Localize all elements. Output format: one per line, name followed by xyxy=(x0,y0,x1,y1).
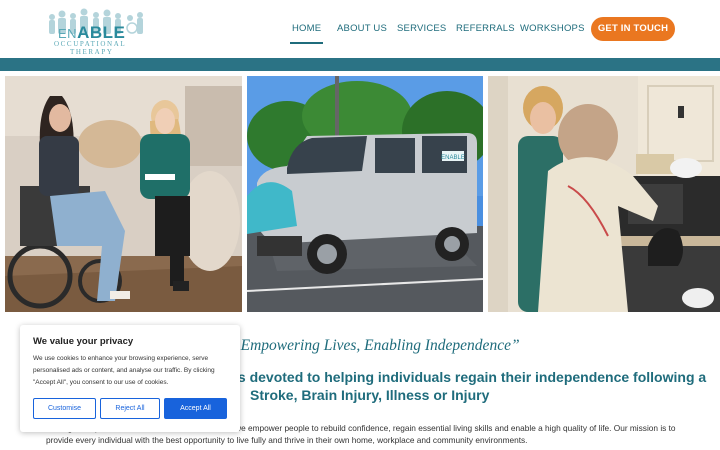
customise-button[interactable]: Customise xyxy=(33,398,96,419)
page: ENABLE OCCUPATIONAL THERAPY HOME ABOUT U… xyxy=(0,0,720,450)
cookie-title: We value your privacy xyxy=(33,336,134,347)
nav-home[interactable]: HOME xyxy=(289,23,324,44)
enable-logo[interactable]: ENABLE OCCUPATIONAL THERAPY xyxy=(46,6,146,56)
mission-heading-line-1: is devoted to helping individuals regain… xyxy=(234,369,707,385)
photo-therapist-wheelchair xyxy=(5,76,242,312)
nav-workshops[interactable]: WORKSHOPS xyxy=(520,23,585,37)
mission-heading-line-2: Stroke, Brain Injury, Illness or Injury xyxy=(250,387,490,403)
header-band xyxy=(0,58,720,71)
mission-body-line-2: provide every individual with the best o… xyxy=(46,435,528,445)
logo-subtitle-2: THERAPY xyxy=(70,48,114,56)
reject-all-button[interactable]: Reject All xyxy=(100,398,160,419)
logo-subtitle-1: OCCUPATIONAL xyxy=(54,40,127,48)
cookie-consent-banner: We value your privacy We use cookies to … xyxy=(20,325,240,432)
logo-prefix: EN xyxy=(58,26,78,41)
van-logo-text: ENABLE xyxy=(441,155,465,161)
site-header: ENABLE OCCUPATIONAL THERAPY HOME ABOUT U… xyxy=(0,0,720,58)
accept-all-button[interactable]: Accept All xyxy=(164,398,227,419)
cookie-description: We use cookies to enhance your browsing … xyxy=(33,355,215,386)
get-in-touch-button[interactable]: GET IN TOUCH xyxy=(591,17,675,41)
photo-therapist-kitchen xyxy=(488,76,720,312)
photo-company-van: ENABLE xyxy=(247,76,483,312)
nav-referrals[interactable]: REFERRALS xyxy=(456,23,515,37)
nav-about-us[interactable]: ABOUT US xyxy=(337,23,387,37)
tagline-quote: “Empowering Lives, Enabling Independence… xyxy=(232,337,520,354)
nav-services[interactable]: SERVICES xyxy=(397,23,446,37)
